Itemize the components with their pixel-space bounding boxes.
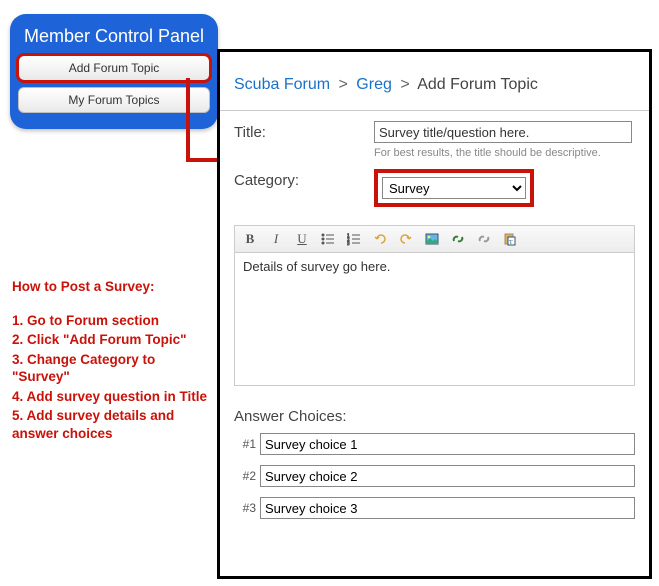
add-forum-topic-button[interactable]: Add Forum Topic xyxy=(18,55,210,81)
undo-button[interactable] xyxy=(371,230,389,248)
paste-button[interactable]: T xyxy=(501,230,519,248)
instructions-list: 1. Go to Forum section 2. Click "Add For… xyxy=(12,312,212,443)
instructions-heading: How to Post a Survey: xyxy=(12,278,212,296)
instruction-step: 3. Change Category to "Survey" xyxy=(12,351,212,386)
answer-number: #3 xyxy=(234,501,256,515)
unlink-button[interactable] xyxy=(475,230,493,248)
link-button[interactable] xyxy=(449,230,467,248)
title-label: Title: xyxy=(234,121,374,141)
breadcrumb-current: Add Forum Topic xyxy=(417,76,538,93)
add-forum-topic-form: Scuba Forum > Greg > Add Forum Topic Tit… xyxy=(217,49,652,579)
answer-choices-label: Answer Choices: xyxy=(234,408,635,425)
redo-button[interactable] xyxy=(397,230,415,248)
breadcrumb-link-forum[interactable]: Scuba Forum xyxy=(234,76,330,93)
answer-input-2[interactable] xyxy=(260,465,635,487)
svg-text:T: T xyxy=(509,240,513,246)
answer-input-1[interactable] xyxy=(260,433,635,455)
answer-row: #2 xyxy=(234,465,635,487)
rich-text-editor: B I U 123 T xyxy=(234,225,635,386)
breadcrumb-sep: > xyxy=(400,76,409,93)
instructions-panel: How to Post a Survey: 1. Go to Forum sec… xyxy=(12,278,212,444)
numbered-list-button[interactable]: 123 xyxy=(345,230,363,248)
breadcrumb: Scuba Forum > Greg > Add Forum Topic xyxy=(220,52,649,104)
answer-number: #1 xyxy=(234,437,256,451)
member-control-panel: Member Control Panel Add Forum Topic My … xyxy=(10,14,218,129)
editor-content[interactable]: Details of survey go here. xyxy=(235,253,634,385)
image-button[interactable] xyxy=(423,230,441,248)
svg-text:3: 3 xyxy=(347,242,350,246)
italic-button[interactable]: I xyxy=(267,230,285,248)
my-forum-topics-button[interactable]: My Forum Topics xyxy=(18,87,210,113)
bold-button[interactable]: B xyxy=(241,230,259,248)
editor-toolbar: B I U 123 T xyxy=(235,226,634,253)
category-select[interactable]: Survey xyxy=(382,177,526,199)
answer-choices-section: Answer Choices: #1 #2 #3 xyxy=(220,386,649,519)
category-highlight: Survey xyxy=(374,169,534,207)
answer-row: #3 xyxy=(234,497,635,519)
title-input[interactable] xyxy=(374,121,632,143)
breadcrumb-link-user[interactable]: Greg xyxy=(356,76,392,93)
bullet-list-button[interactable] xyxy=(319,230,337,248)
instruction-step: 2. Click "Add Forum Topic" xyxy=(12,331,212,349)
instruction-step: 5. Add survey details and answer choices xyxy=(12,407,212,442)
answer-input-3[interactable] xyxy=(260,497,635,519)
answer-number: #2 xyxy=(234,469,256,483)
title-hint: For best results, the title should be de… xyxy=(374,147,635,159)
control-panel-title: Member Control Panel xyxy=(18,22,210,55)
underline-button[interactable]: U xyxy=(293,230,311,248)
instruction-step: 4. Add survey question in Title xyxy=(12,388,212,406)
category-label: Category: xyxy=(234,169,374,189)
breadcrumb-sep: > xyxy=(339,76,348,93)
instruction-step: 1. Go to Forum section xyxy=(12,312,212,330)
answer-row: #1 xyxy=(234,433,635,455)
